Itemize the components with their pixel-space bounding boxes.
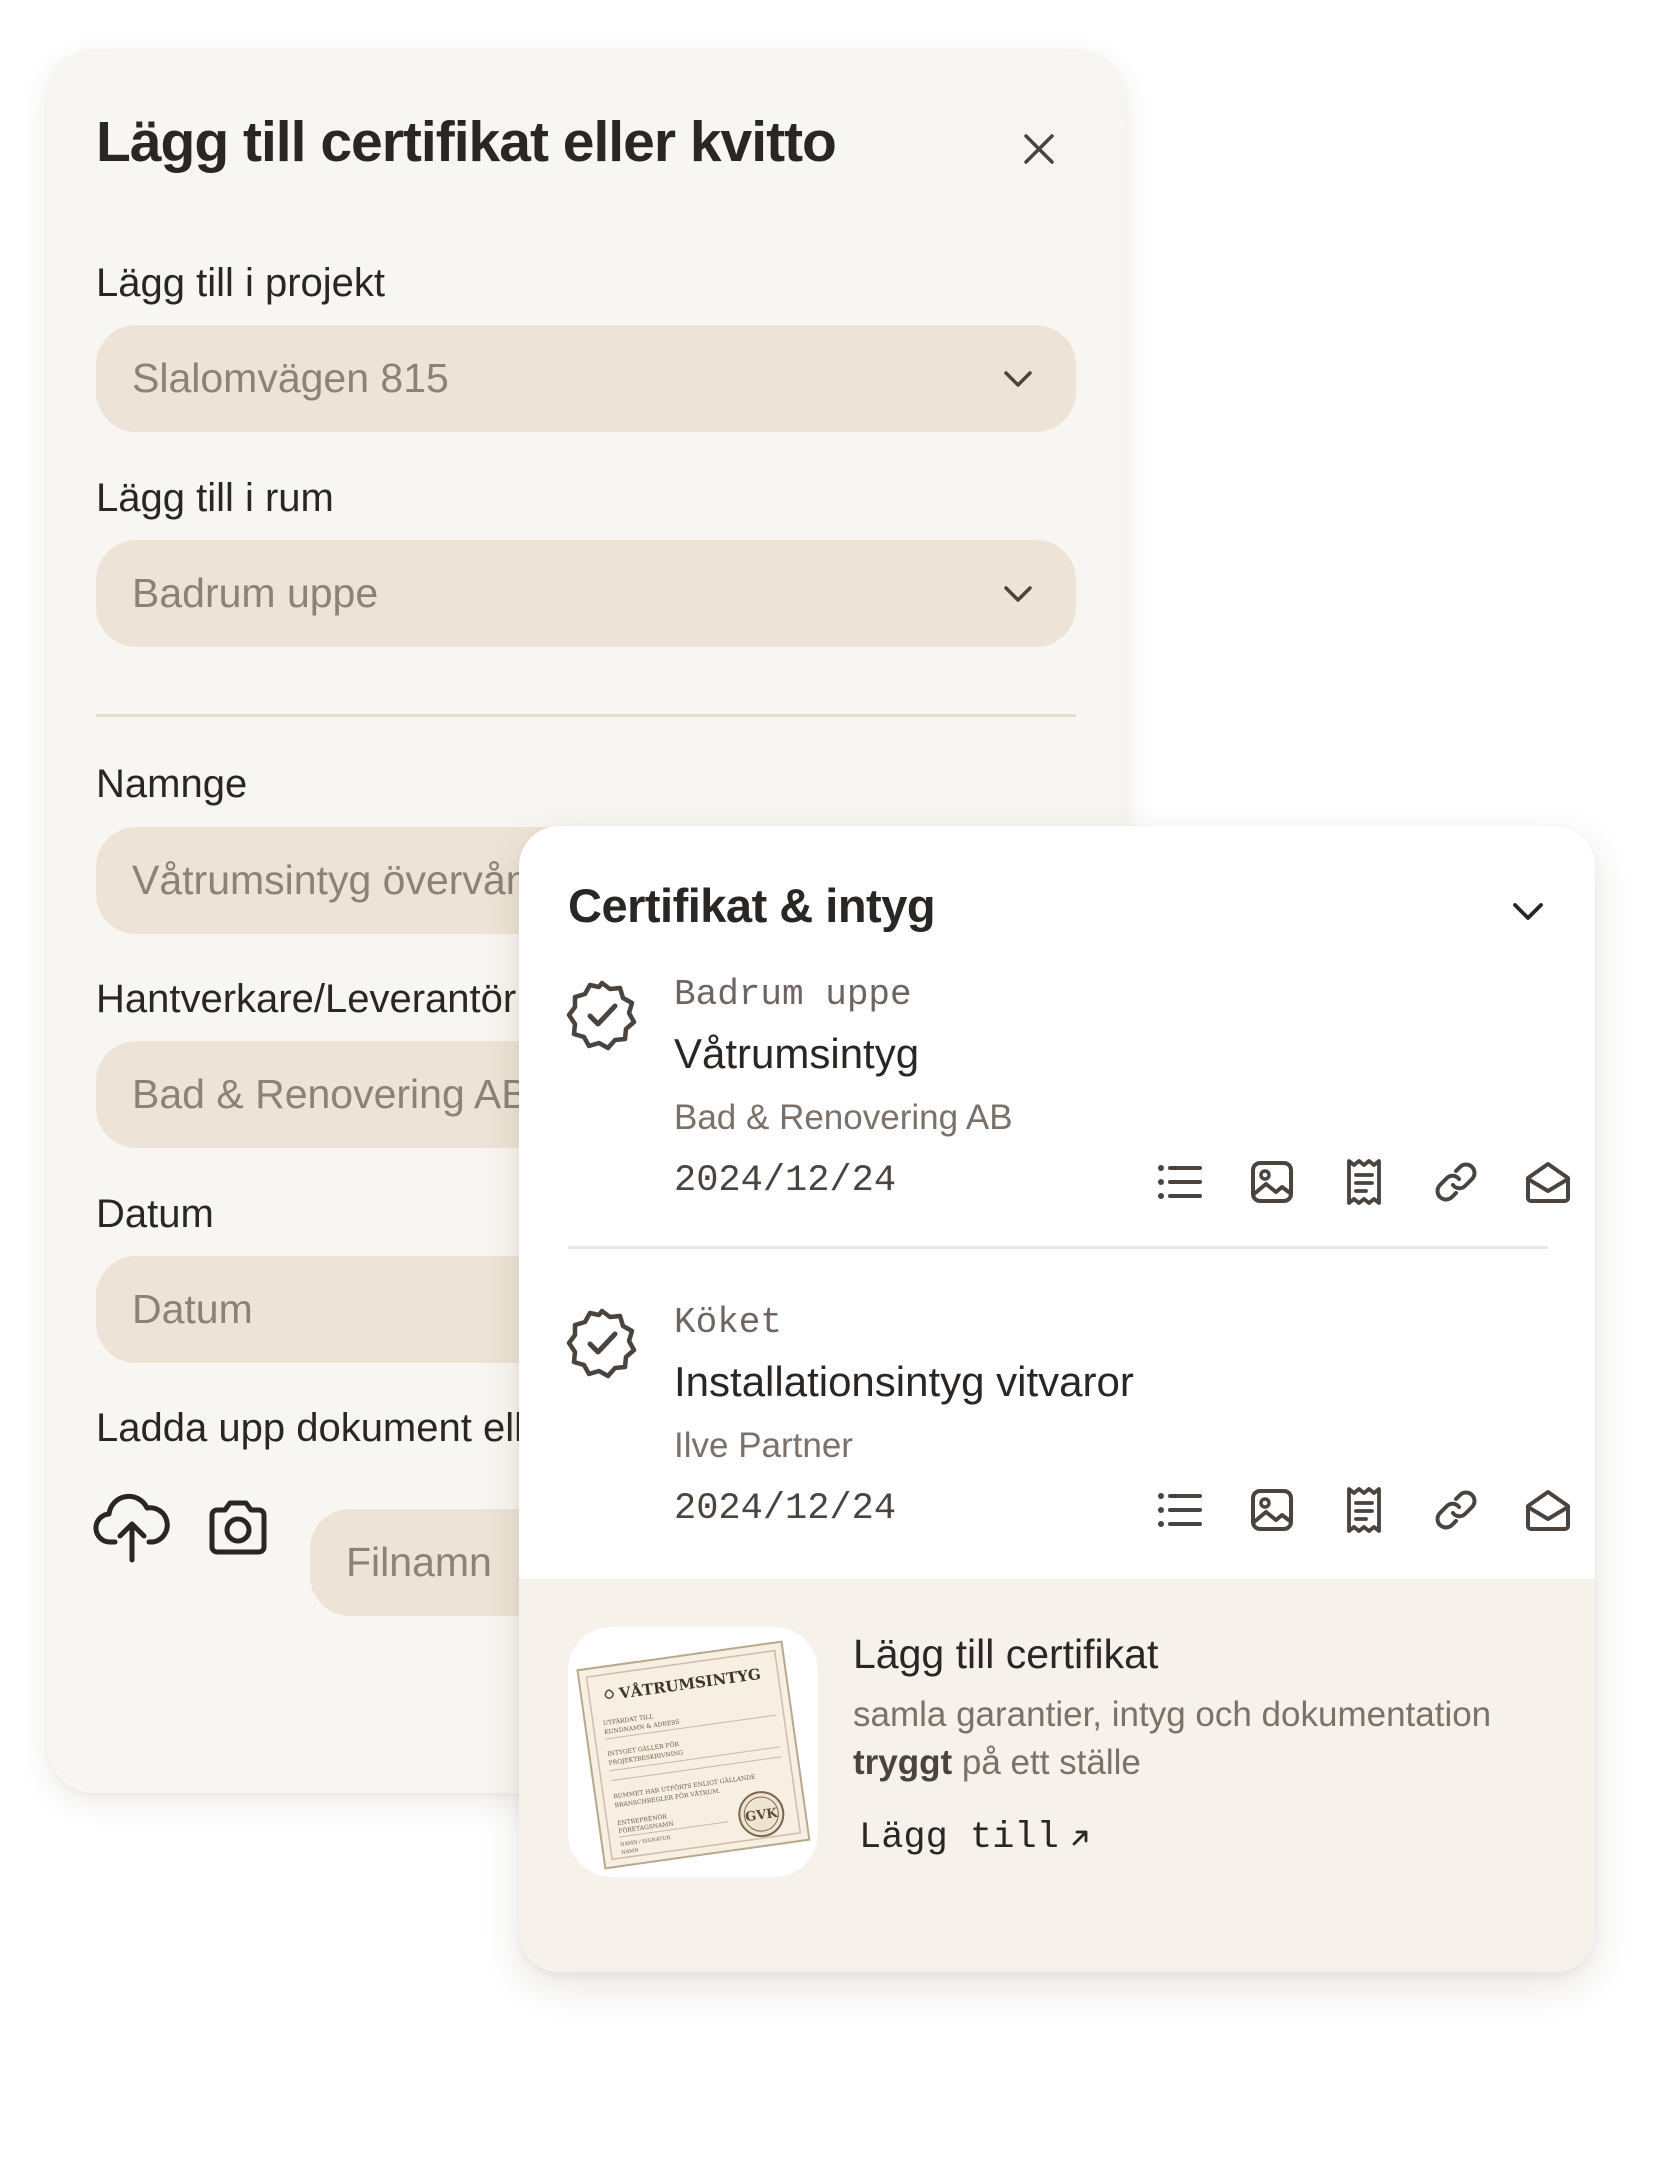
list-icon xyxy=(1158,1165,1202,1199)
project-label: Lägg till i projekt xyxy=(96,261,386,305)
vendor-input-value: Bad & Renovering AB xyxy=(132,1071,529,1117)
name-label: Namnge xyxy=(96,762,248,806)
certificate-date: 2024/12/24 xyxy=(674,1488,897,1530)
add-certificate-promo: VÅTRUMSINTYG UTFÄRDAT TILL KUNDNAMN & AD… xyxy=(519,1579,1595,1972)
arrow-up-right-icon xyxy=(1072,1830,1088,1846)
certificate-illustration: VÅTRUMSINTYG UTFÄRDAT TILL KUNDNAMN & AD… xyxy=(568,1627,818,1877)
divider xyxy=(96,714,1076,717)
details-button[interactable] xyxy=(1134,1482,1226,1538)
certificate-room: Badrum uppe xyxy=(674,974,912,1015)
mail-open-icon xyxy=(1526,1490,1570,1531)
room-label: Lägg till i rum xyxy=(96,476,334,520)
vendor-label: Hantverkare/Leverantör xyxy=(96,977,517,1021)
certificate-actions xyxy=(1134,1482,1594,1538)
certificate-actions xyxy=(1134,1154,1594,1210)
receipt-icon xyxy=(1347,1159,1381,1205)
link-icon xyxy=(1435,1490,1477,1530)
receipt-icon xyxy=(1347,1487,1381,1533)
promo-title: Lägg till certifikat xyxy=(853,1631,1159,1677)
verified-badge-icon xyxy=(566,1308,637,1379)
divider xyxy=(568,1246,1548,1249)
mail-button[interactable] xyxy=(1502,1482,1594,1538)
mail-open-icon xyxy=(1526,1162,1570,1203)
project-select[interactable]: Slalomvägen 815 xyxy=(96,325,1076,432)
receipt-button[interactable] xyxy=(1318,1154,1410,1210)
filename-placeholder: Filnamn xyxy=(346,1539,492,1585)
project-select-value: Slalomvägen 815 xyxy=(132,355,449,401)
chevron-down-icon xyxy=(1004,371,1032,387)
image-button[interactable] xyxy=(1226,1482,1318,1538)
certificates-card: Certifikat & intyg Badrum uppe Våtrumsin… xyxy=(519,826,1595,1972)
upload-button[interactable] xyxy=(93,1486,171,1569)
certificate-date: 2024/12/24 xyxy=(674,1160,897,1202)
date-input-placeholder: Datum xyxy=(132,1286,253,1332)
date-label: Datum xyxy=(96,1192,214,1236)
image-button[interactable] xyxy=(1226,1154,1318,1210)
link-button[interactable] xyxy=(1410,1482,1502,1538)
mail-button[interactable] xyxy=(1502,1154,1594,1210)
details-button[interactable] xyxy=(1134,1154,1226,1210)
image-icon xyxy=(1251,1161,1293,1203)
camera-icon xyxy=(209,1500,267,1555)
cloud-upload-icon xyxy=(93,1493,170,1563)
dialog-title: Lägg till certifikat eller kvitto xyxy=(96,110,837,174)
link-button[interactable] xyxy=(1410,1154,1502,1210)
add-link-label: Lägg till xyxy=(859,1817,1059,1859)
name-input-value: Våtrumsintyg övervåning xyxy=(132,857,584,903)
receipt-button[interactable] xyxy=(1318,1482,1410,1538)
close-button[interactable] xyxy=(1014,124,1064,174)
chevron-down-icon xyxy=(1004,586,1032,602)
certificate-room: Köket xyxy=(674,1302,783,1343)
camera-button[interactable] xyxy=(204,1493,272,1566)
verified-badge-icon xyxy=(566,980,637,1051)
link-icon xyxy=(1435,1162,1477,1202)
certificate-vendor: Ilve Partner xyxy=(674,1426,853,1465)
promo-emphasis: tryggt xyxy=(853,1743,953,1782)
room-select[interactable]: Badrum uppe xyxy=(96,540,1076,647)
close-icon xyxy=(1024,134,1054,164)
certificate-name: Våtrumsintyg xyxy=(674,1030,920,1077)
promo-description: samla garantier, intyg och dokumentation… xyxy=(853,1695,1492,1782)
card-title: Certifikat & intyg xyxy=(568,879,936,932)
list-icon xyxy=(1158,1493,1202,1527)
chevron-down-icon xyxy=(1513,903,1543,920)
add-link[interactable]: Lägg till xyxy=(859,1817,1091,1859)
room-select-value: Badrum uppe xyxy=(132,570,379,616)
certificate-item[interactable]: Köket Installationsintyg vitvaror Ilve P… xyxy=(519,1302,1595,1602)
certificate-vendor: Bad & Renovering AB xyxy=(674,1098,1013,1137)
certificate-item[interactable]: Badrum uppe Våtrumsintyg Bad & Renoverin… xyxy=(519,974,1595,1274)
collapse-button[interactable] xyxy=(1509,892,1547,935)
image-icon xyxy=(1251,1489,1293,1531)
certificate-name: Installationsintyg vitvaror xyxy=(674,1358,1134,1405)
